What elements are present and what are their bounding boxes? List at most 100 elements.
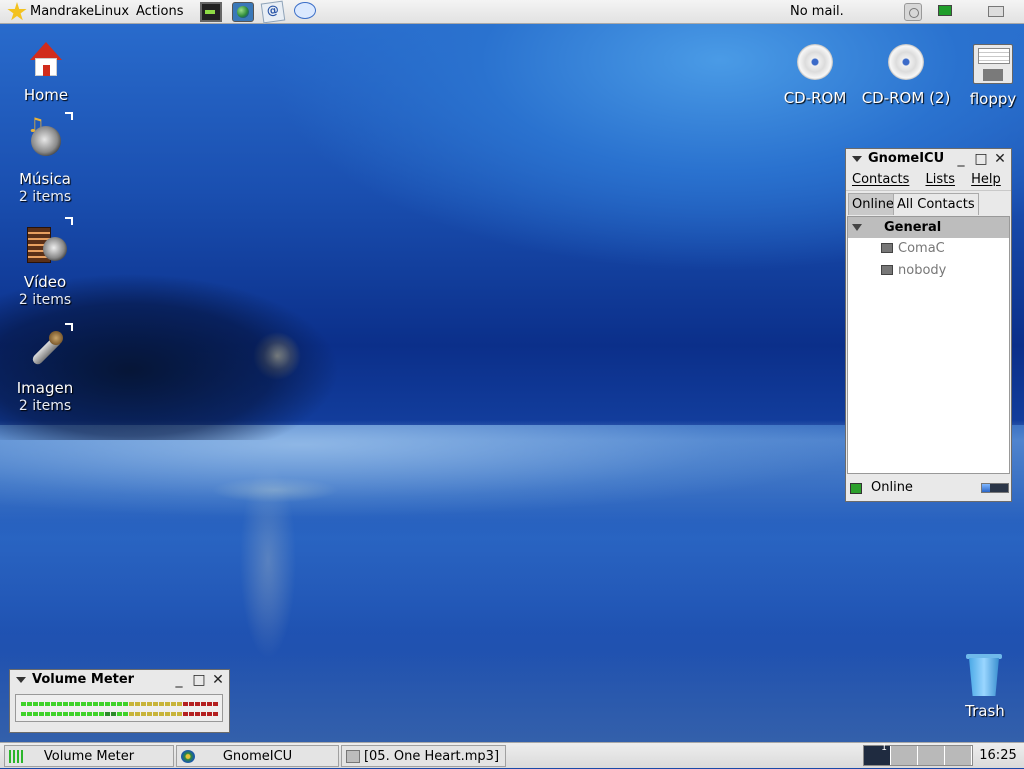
clock[interactable]: 16:25 (978, 743, 1018, 769)
meter-segment (45, 712, 50, 716)
expander-triangle-icon[interactable] (852, 224, 862, 231)
desktop-icon-floppy[interactable]: floppy (948, 42, 1024, 108)
desktop-icon-count: 2 items (18, 398, 72, 414)
meter-segment (183, 712, 188, 716)
maximize-button[interactable]: □ (974, 149, 988, 169)
status-bar[interactable]: Online (846, 475, 1011, 501)
connection-progress (981, 483, 1009, 493)
tray-drive-icon[interactable] (988, 6, 1004, 17)
chat-launcher-icon[interactable] (294, 2, 316, 19)
meter-segment (195, 702, 200, 706)
window-menu-icon[interactable] (16, 677, 26, 683)
desktop-icon-label: CD-ROM (2) (861, 89, 951, 107)
meter-segment (93, 712, 98, 716)
cdrom-icon (884, 42, 928, 86)
bottom-panel: Volume Meter GnomeICU [05. One Heart.mp3… (0, 742, 1024, 768)
close-button[interactable]: ✕ (211, 670, 225, 690)
window-titlebar[interactable]: Volume Meter _ □ ✕ (10, 670, 229, 690)
meter-segment (51, 712, 56, 716)
desktop-icon-musica[interactable]: ♫ Música 2 items (0, 112, 90, 206)
contact-row[interactable]: ComaC (848, 238, 1009, 260)
workspace-pager[interactable]: 1 (863, 743, 973, 766)
desktop-icon-count: 2 items (18, 189, 72, 205)
meter-segment (111, 712, 116, 716)
meter-segment (141, 702, 146, 706)
window-titlebar[interactable]: GnomeICU _ □ ✕ (846, 149, 1011, 169)
window-menu-icon[interactable] (852, 156, 862, 162)
meter-segment (27, 712, 32, 716)
trash-icon (963, 654, 1007, 698)
meter-segment (75, 712, 80, 716)
meter-segment (159, 702, 164, 706)
desktop-icon-home[interactable]: Home (1, 40, 91, 104)
meter-segment (69, 702, 74, 706)
meter-segment (189, 712, 194, 716)
meter-segment (33, 712, 38, 716)
desktop-icon-trash[interactable]: Trash (940, 654, 1024, 720)
volume-meter-window: Volume Meter _ □ ✕ (9, 669, 230, 733)
minimize-button[interactable]: _ (172, 670, 186, 690)
menu-lists[interactable]: Lists (926, 172, 956, 187)
main-menu-button[interactable]: MandrakeLinux (30, 0, 129, 24)
network-status-icon[interactable] (938, 5, 952, 16)
workspace-4[interactable] (945, 746, 972, 765)
actions-menu-button[interactable]: Actions (136, 0, 184, 24)
task-mp3-player[interactable]: [05. One Heart.mp3] (341, 745, 506, 767)
meter-segment (63, 702, 68, 706)
tab-all-contacts[interactable]: All Contacts (893, 193, 979, 215)
microphone-icon (23, 323, 73, 371)
mail-status[interactable]: No mail. (790, 0, 844, 24)
workspace-3[interactable] (918, 746, 945, 765)
right-channel-meter (21, 712, 218, 716)
desktop-icon-video[interactable]: Vídeo 2 items (0, 217, 90, 309)
minimize-button[interactable]: _ (954, 149, 968, 169)
meter-segment (21, 712, 26, 716)
desktop-icon-imagen[interactable]: Imagen 2 items (0, 323, 90, 415)
close-button[interactable]: ✕ (993, 149, 1007, 169)
maximize-button[interactable]: □ (192, 670, 206, 690)
meter-segment (81, 702, 86, 706)
meter-segment (117, 702, 122, 706)
meter-segment (33, 702, 38, 706)
cdrom-icon (793, 42, 837, 86)
meter-segment (69, 712, 74, 716)
desktop-icon-label: Música (19, 170, 71, 188)
browser-launcher-icon[interactable] (232, 2, 254, 22)
meter-segment (57, 712, 62, 716)
meter-segment (177, 712, 182, 716)
terminal-launcher-icon[interactable] (200, 2, 222, 22)
mandrake-star-icon[interactable] (7, 2, 27, 21)
desktop-icon-cdrom[interactable]: CD-ROM (770, 42, 860, 107)
desktop-icon-label: Home (23, 86, 69, 104)
meter-segment (189, 702, 194, 706)
meter-segment (39, 702, 44, 706)
meter-segment (99, 702, 104, 706)
tray-applet-icon[interactable] (904, 3, 922, 21)
home-icon (24, 40, 68, 84)
contact-row[interactable]: nobody (848, 260, 1009, 282)
meter-segment (159, 712, 164, 716)
meter-segment (123, 712, 128, 716)
meter-segment (63, 712, 68, 716)
offline-contact-icon (881, 265, 893, 275)
window-title: GnomeICU (868, 151, 945, 166)
tab-online[interactable]: Online (848, 193, 898, 215)
meter-segment (135, 702, 140, 706)
meter-segment (213, 702, 218, 706)
mail-launcher-icon[interactable] (260, 0, 286, 24)
task-volume-meter[interactable]: Volume Meter (4, 745, 174, 767)
menu-help[interactable]: Help (971, 172, 1001, 187)
task-gnomeicu[interactable]: GnomeICU (176, 745, 339, 767)
online-status-icon (850, 483, 862, 494)
desktop-icon-cdrom-2[interactable]: CD-ROM (2) (861, 42, 951, 107)
desktop-icon-count: 2 items (18, 292, 72, 308)
workspace-2[interactable] (891, 746, 918, 765)
meter-segment (201, 702, 206, 706)
contact-group-row[interactable]: General (848, 217, 1009, 238)
menu-contacts[interactable]: Contacts (852, 172, 909, 187)
floppy-icon (971, 42, 1015, 86)
workspace-1[interactable]: 1 (864, 743, 891, 765)
top-panel: MandrakeLinux Actions No mail. (0, 0, 1024, 24)
status-text: Online (871, 480, 913, 495)
meter-segment (21, 702, 26, 706)
